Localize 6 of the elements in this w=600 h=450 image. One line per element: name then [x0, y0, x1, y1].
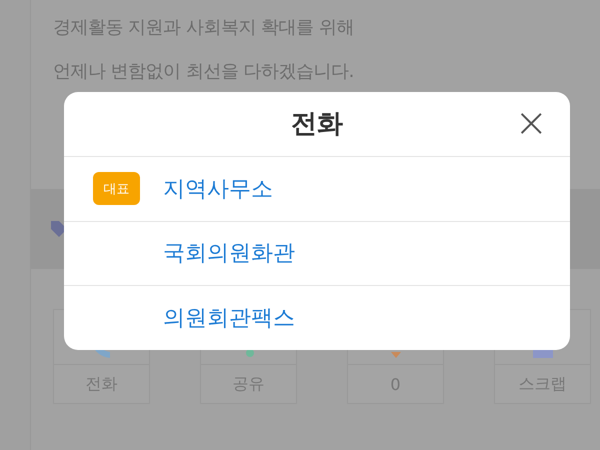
phone-link[interactable]: 국회의원화관 — [163, 238, 295, 268]
tag-icon — [51, 221, 67, 237]
phone-link[interactable]: 지역사무소 — [163, 174, 273, 204]
close-button[interactable]: × — [514, 108, 548, 138]
main-badge: 대표 — [93, 172, 140, 206]
dialog-title: 전화 — [291, 108, 343, 142]
